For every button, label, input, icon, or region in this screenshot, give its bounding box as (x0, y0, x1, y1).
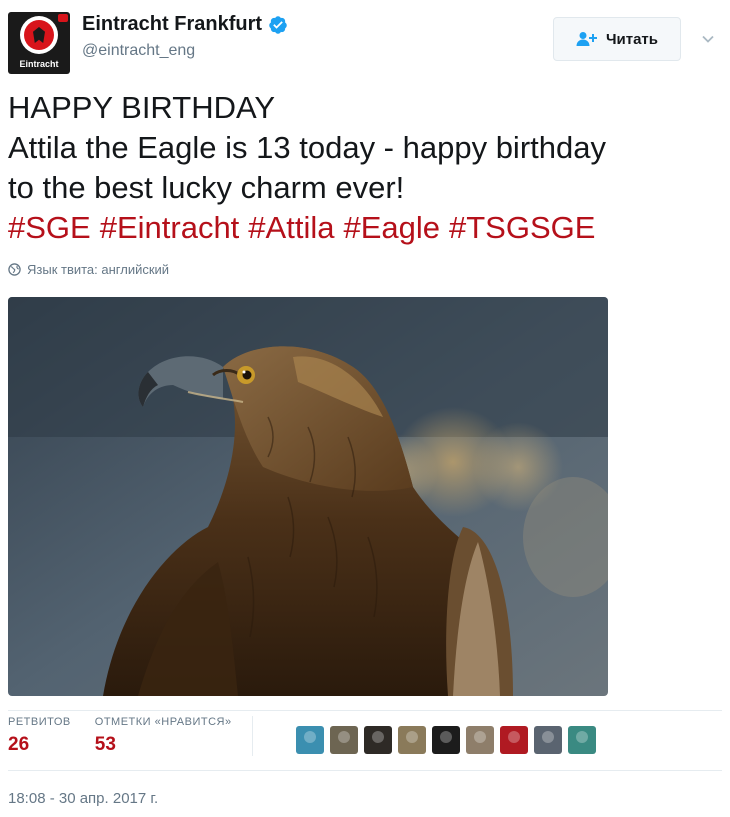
liker-avatar[interactable] (330, 726, 358, 754)
hashtag-link[interactable]: #SGE (8, 210, 91, 245)
liker-avatar[interactable] (296, 726, 324, 754)
tweet-stats: РЕТВИТОВ 26 ОТМЕТКИ «НРАВИТСЯ» 53 (8, 716, 267, 764)
follow-button[interactable]: Читать (553, 17, 681, 61)
account-handle[interactable]: @eintracht_eng (82, 42, 195, 60)
account-avatar[interactable]: Eintracht (8, 12, 70, 74)
liker-avatars (296, 726, 596, 754)
likes-stat[interactable]: ОТМЕТКИ «НРАВИТСЯ» 53 (95, 716, 232, 764)
tweet-line: Attila the Eagle is 13 today - happy bir… (8, 130, 606, 165)
retweets-label: РЕТВИТОВ (8, 716, 71, 728)
likes-count: 53 (94, 734, 116, 755)
tweet-line: HAPPY BIRTHDAY (8, 90, 276, 125)
tweet-text: HAPPY BIRTHDAY Attila the Eagle is 13 to… (8, 88, 722, 248)
hashtag-link[interactable]: #Eagle (343, 210, 440, 245)
liker-avatar[interactable] (466, 726, 494, 754)
account-name[interactable]: Eintracht Frankfurt (82, 13, 262, 36)
chevron-down-icon[interactable] (701, 32, 715, 46)
liker-avatar[interactable] (500, 726, 528, 754)
badge-icon (58, 14, 68, 22)
divider (8, 770, 722, 771)
retweets-count: 26 (8, 734, 30, 755)
tweet-language: Язык твита: английский (8, 262, 169, 277)
verified-badge-icon (269, 15, 287, 34)
follow-button-label: Читать (605, 30, 659, 48)
club-crest-icon (20, 16, 58, 54)
tweet-line: to the best lucky charm ever! (8, 170, 405, 205)
likes-label: ОТМЕТКИ «НРАВИТСЯ» (94, 716, 232, 728)
liker-avatar[interactable] (432, 726, 460, 754)
retweets-stat[interactable]: РЕТВИТОВ 26 (8, 716, 71, 764)
account-name-row: Eintracht Frankfurt (82, 13, 288, 36)
liker-avatar[interactable] (568, 726, 596, 754)
avatar-text: Eintracht (19, 59, 59, 69)
language-note: Язык твита: английский (27, 262, 170, 277)
eagle-photo (8, 297, 608, 696)
tweet-photo[interactable] (8, 297, 608, 696)
divider (8, 710, 722, 711)
hashtag-link[interactable]: #Attila (248, 210, 334, 245)
tweet-header: Eintracht Eintracht Frankfurt @eintracht… (8, 8, 722, 74)
hashtag-link[interactable]: #Eintracht (100, 210, 240, 245)
stats-separator (251, 716, 253, 756)
tweet-timestamp[interactable]: 18:08 - 30 апр. 2017 г. (8, 790, 158, 807)
liker-avatar[interactable] (534, 726, 562, 754)
add-user-icon (576, 32, 597, 46)
liker-avatar[interactable] (364, 726, 392, 754)
hashtag-link[interactable]: #TSGSGE (449, 210, 595, 245)
globe-icon (8, 263, 21, 276)
liker-avatar[interactable] (398, 726, 426, 754)
hashtag-list: #SGE #Eintracht #Attila #Eagle #TSGSGE (8, 208, 722, 248)
